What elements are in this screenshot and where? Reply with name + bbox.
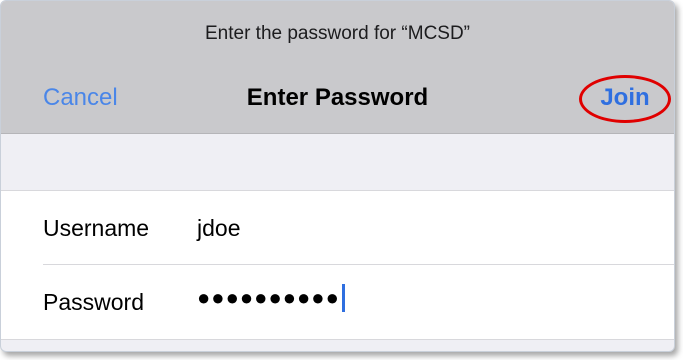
password-row[interactable]: Password ●●●●●●●●●● bbox=[1, 265, 674, 338]
password-prompt: Enter the password for “MCSD” bbox=[204, 23, 471, 44]
username-field[interactable]: jdoe bbox=[197, 215, 240, 242]
join-button[interactable]: Join bbox=[579, 75, 671, 123]
text-cursor bbox=[341, 284, 345, 313]
navigation-bar: Enter the password for “MCSD” Cancel Ent… bbox=[1, 1, 674, 134]
credentials-form: Username jdoe Password ●●●●●●●●●● bbox=[1, 190, 674, 340]
dialog-title: Enter Password bbox=[246, 84, 429, 111]
username-label: Username bbox=[43, 215, 150, 241]
join-label: Join bbox=[600, 84, 650, 111]
nav-row: Cancel Enter Password Join bbox=[1, 75, 674, 123]
password-label: Password bbox=[43, 289, 144, 315]
password-dialog: Enter the password for “MCSD” Cancel Ent… bbox=[0, 0, 675, 352]
username-row[interactable]: Username jdoe bbox=[1, 191, 674, 264]
password-masked-value: ●●●●●●●●●● bbox=[197, 285, 340, 310]
password-field[interactable]: ●●●●●●●●●● bbox=[197, 284, 345, 313]
